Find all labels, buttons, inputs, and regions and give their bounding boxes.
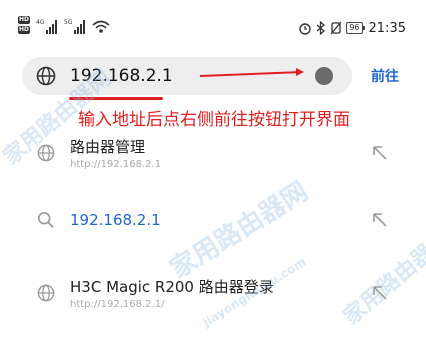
list-item[interactable]: H3C Magic R200 路由器登录 http://192.168.2.1/: [0, 273, 426, 333]
list-item-title: H3C Magic R200 路由器登录: [70, 278, 274, 296]
go-button[interactable]: 前往: [371, 66, 399, 86]
globe-icon: [37, 144, 55, 162]
battery-icon: 96: [346, 22, 365, 34]
arrow-annotation: [200, 68, 304, 77]
hd-icon: HD: [18, 26, 31, 34]
bluetooth-icon: [316, 21, 326, 35]
wifi-icon: [92, 20, 110, 33]
list-item-title: 路由器管理: [70, 138, 146, 156]
highlight-underline: [69, 97, 163, 100]
globe-icon: [37, 284, 55, 302]
signal-icon: 5G: [64, 19, 85, 34]
instruction-annotation: 输入地址后点右侧前往按钮打开界面: [78, 110, 350, 130]
list-item-url: http://192.168.2.1/: [70, 299, 165, 310]
globe-icon: [36, 66, 56, 86]
alarm-icon: [299, 23, 312, 35]
status-icons: 96 21:35: [298, 20, 406, 36]
clock: 21:35: [368, 20, 406, 36]
clear-button[interactable]: [315, 67, 333, 85]
signal-icon: 4G: [36, 19, 57, 34]
fill-arrow-icon[interactable]: [370, 143, 390, 163]
search-icon: [37, 211, 54, 228]
fill-arrow-icon[interactable]: [370, 283, 390, 303]
mute-icon: [330, 21, 342, 35]
list-item-url: http://192.168.2.1: [70, 159, 162, 170]
list-item[interactable]: 192.168.2.1: [0, 200, 426, 260]
status-bar: HD HD 4G 5G 96 21:35: [0, 0, 426, 38]
list-item-title: 192.168.2.1: [70, 211, 161, 229]
fill-arrow-icon[interactable]: [370, 210, 390, 230]
hd-icon: HD: [18, 16, 31, 24]
list-item[interactable]: 路由器管理 http://192.168.2.1: [0, 133, 426, 193]
svg-text:4G: 4G: [36, 19, 45, 26]
svg-text:5G: 5G: [64, 19, 73, 26]
